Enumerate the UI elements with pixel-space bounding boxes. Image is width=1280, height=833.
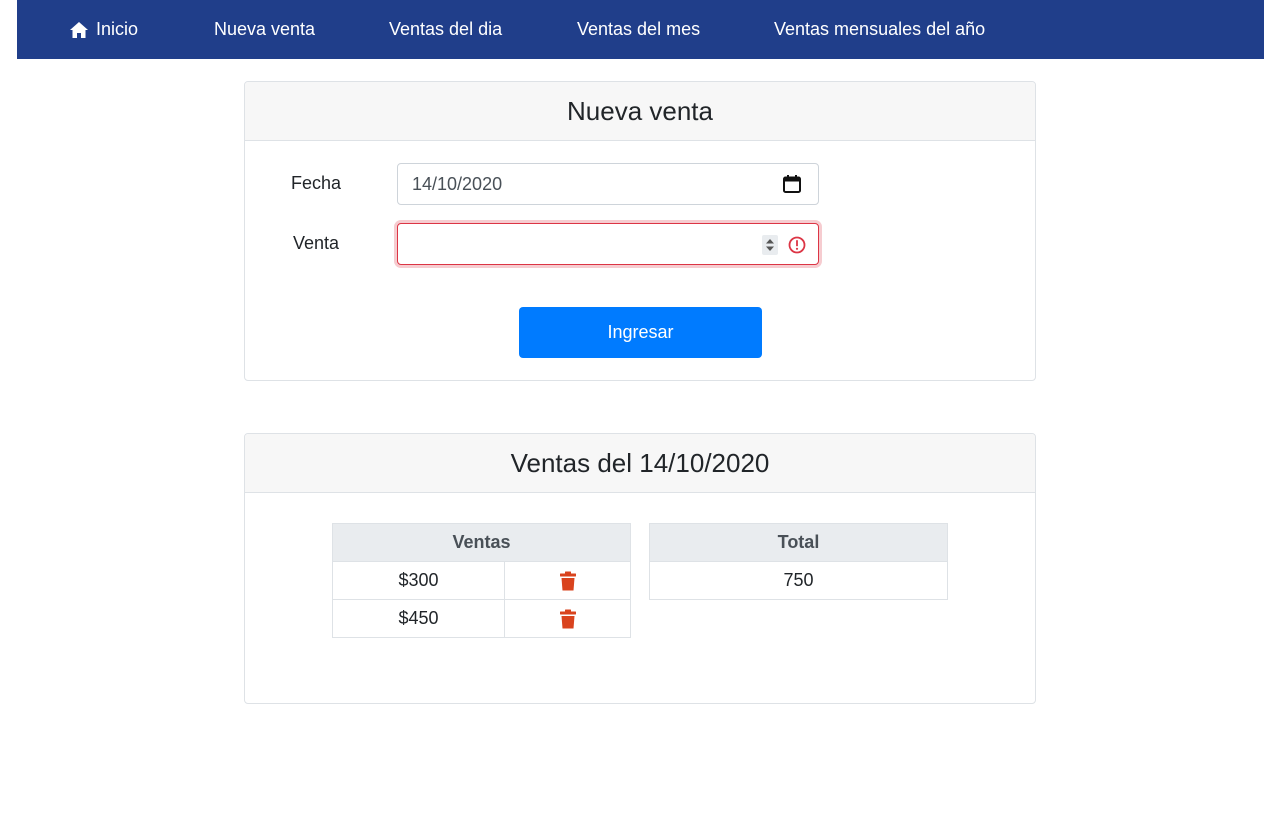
validation-error-icon xyxy=(788,236,806,254)
new-sale-card: Nueva venta Fecha 14/10/2020 Venta Ingre… xyxy=(244,81,1036,381)
sale-amount: $300 xyxy=(332,561,505,600)
delete-cell xyxy=(504,561,631,600)
total-value: 750 xyxy=(649,561,948,600)
sales-table-header: Ventas xyxy=(332,523,631,562)
new-sale-card-title: Nueva venta xyxy=(245,82,1035,141)
sales-table: Ventas $300 $450 xyxy=(332,523,631,638)
nav-nueva-venta-label: Nueva venta xyxy=(214,19,316,39)
number-spinner-icon[interactable] xyxy=(762,235,778,255)
nav-inicio[interactable]: Inicio xyxy=(69,0,138,59)
nav-ventas-del-dia-label: Ventas del dia xyxy=(389,19,503,39)
trash-icon[interactable] xyxy=(559,609,577,629)
daily-sales-card-title: Ventas del 14/10/2020 xyxy=(245,434,1035,493)
top-navbar: Inicio Nueva venta Ventas del dia Ventas… xyxy=(17,0,1264,59)
calendar-icon[interactable] xyxy=(782,174,802,194)
total-table: Total 750 xyxy=(649,523,948,600)
nav-ventas-del-mes-label: Ventas del mes xyxy=(577,19,701,39)
nav-nueva-venta[interactable]: Nueva venta xyxy=(214,0,315,59)
table-row: 750 xyxy=(649,561,948,600)
fecha-label: Fecha xyxy=(291,173,342,193)
table-row: $300 xyxy=(332,561,631,600)
daily-sales-card: Ventas del 14/10/2020 Ventas $300 $450 T… xyxy=(244,433,1036,704)
nav-ventas-del-mes[interactable]: Ventas del mes xyxy=(577,0,700,59)
fecha-value: 14/10/2020 xyxy=(412,173,503,194)
total-table-header: Total xyxy=(649,523,948,562)
nav-ventas-mensuales-label: Ventas mensuales del año xyxy=(774,19,986,39)
nav-inicio-label: Inicio xyxy=(96,19,139,39)
table-row: $450 xyxy=(332,599,631,638)
nav-ventas-del-dia[interactable]: Ventas del dia xyxy=(389,0,502,59)
nav-ventas-mensuales[interactable]: Ventas mensuales del año xyxy=(774,0,985,59)
delete-cell xyxy=(504,599,631,638)
fecha-date-input[interactable]: 14/10/2020 xyxy=(397,163,819,205)
venta-number-input[interactable] xyxy=(397,223,819,265)
ingresar-button[interactable]: Ingresar xyxy=(519,307,762,358)
home-icon xyxy=(69,21,89,39)
trash-icon[interactable] xyxy=(559,571,577,591)
venta-row: Venta xyxy=(245,223,1035,265)
venta-label: Venta xyxy=(293,233,340,253)
sale-amount: $450 xyxy=(332,599,505,638)
fecha-row: Fecha 14/10/2020 xyxy=(245,163,1035,205)
